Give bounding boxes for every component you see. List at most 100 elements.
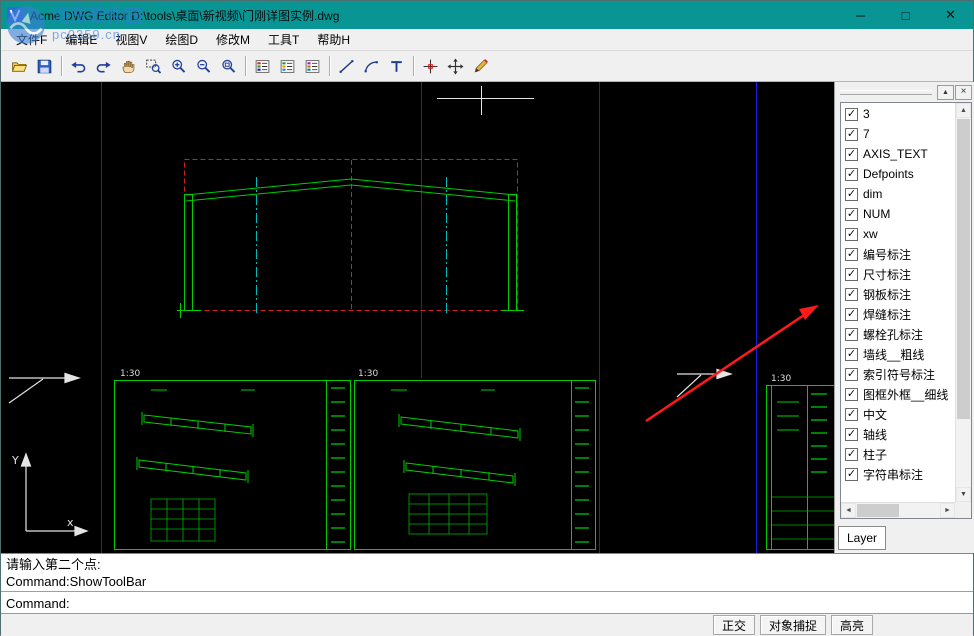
layer-checkbox[interactable]: ✓ bbox=[845, 248, 858, 261]
menu-file[interactable]: 文件F bbox=[7, 29, 56, 50]
layer-checkbox[interactable]: ✓ bbox=[845, 188, 858, 201]
layer-checkbox[interactable]: ✓ bbox=[845, 468, 858, 481]
layer-checkbox[interactable]: ✓ bbox=[845, 308, 858, 321]
line-button[interactable] bbox=[334, 54, 359, 79]
vertical-scrollbar[interactable]: ▲ ▼ bbox=[955, 103, 971, 502]
command-history-line-2: Command:ShowToolBar bbox=[6, 573, 968, 590]
layer-row[interactable]: ✓中文 bbox=[841, 404, 955, 424]
layer-row[interactable]: ✓dim bbox=[841, 184, 955, 204]
layer-checkbox[interactable]: ✓ bbox=[845, 268, 858, 281]
redo-button[interactable] bbox=[91, 54, 116, 79]
layers-icon bbox=[254, 58, 271, 75]
panel-collapse-button[interactable]: ▲ bbox=[937, 85, 954, 100]
scroll-right-button[interactable]: ► bbox=[940, 503, 955, 518]
layer-checkbox[interactable]: ✓ bbox=[845, 388, 858, 401]
layer-name: 编号标注 bbox=[863, 246, 911, 263]
minimize-button[interactable]: ─ bbox=[838, 1, 883, 29]
layer-row[interactable]: ✓ 编号标注 bbox=[841, 244, 955, 264]
drawing-canvas[interactable]: Y x 1:30 1:30 1:30 bbox=[1, 82, 834, 553]
move-button[interactable] bbox=[443, 54, 468, 79]
horizontal-scrollbar-thumb[interactable] bbox=[857, 504, 899, 517]
undo-button[interactable] bbox=[66, 54, 91, 79]
zoom-extents-button[interactable] bbox=[216, 54, 241, 79]
vertical-scrollbar-thumb[interactable] bbox=[957, 119, 970, 419]
layers-button[interactable] bbox=[250, 54, 275, 79]
layer-checkbox[interactable]: ✓ bbox=[845, 408, 858, 421]
zoom-in-button[interactable] bbox=[166, 54, 191, 79]
highlight-toggle[interactable]: 高亮 bbox=[831, 615, 873, 635]
layer-row[interactable]: ✓焊缝标注 bbox=[841, 304, 955, 324]
menu-edit[interactable]: 编辑E bbox=[56, 29, 106, 50]
panel-close-button[interactable]: × bbox=[955, 85, 972, 100]
layer-row[interactable]: ✓ 墙线__粗线 bbox=[841, 344, 955, 364]
layer-row[interactable]: ✓3 bbox=[841, 104, 955, 124]
layer-row[interactable]: ✓NUM bbox=[841, 204, 955, 224]
close-button[interactable]: ✕ bbox=[928, 1, 973, 29]
layer-checkbox[interactable]: ✓ bbox=[845, 428, 858, 441]
scrollbar-corner bbox=[955, 502, 971, 518]
menu-tools[interactable]: 工具T bbox=[259, 29, 308, 50]
scroll-down-button[interactable]: ▼ bbox=[956, 487, 971, 502]
menu-draw[interactable]: 绘图D bbox=[156, 29, 207, 50]
elevation-centerlines bbox=[257, 177, 447, 314]
maximize-button[interactable]: □ bbox=[883, 1, 928, 29]
layer-row[interactable]: ✓AXIS_TEXT bbox=[841, 144, 955, 164]
layer-checkbox[interactable]: ✓ bbox=[845, 168, 858, 181]
status-bar: 正交 对象捕捉 高亮 bbox=[1, 613, 973, 636]
layer-row[interactable]: ✓钢板标注 bbox=[841, 284, 955, 304]
layer-row[interactable]: ✓螺栓孔标注 bbox=[841, 324, 955, 344]
layer-row[interactable]: ✓索引符号标注 bbox=[841, 364, 955, 384]
layer-panel-header: ▲ × bbox=[840, 85, 972, 99]
layer-list-icon bbox=[279, 58, 296, 75]
layer-row[interactable]: ✓字符串标注 bbox=[841, 464, 955, 484]
scroll-left-button[interactable]: ◄ bbox=[841, 503, 856, 518]
ucs-icon bbox=[22, 454, 88, 536]
layer-row[interactable]: ✓图框外框__细线 bbox=[841, 384, 955, 404]
layer-states-button[interactable] bbox=[300, 54, 325, 79]
menu-view[interactable]: 视图V bbox=[106, 29, 156, 50]
pen-button[interactable] bbox=[468, 54, 493, 79]
layer-checkbox[interactable]: ✓ bbox=[845, 448, 858, 461]
menu-help[interactable]: 帮助H bbox=[308, 29, 359, 50]
open-button[interactable] bbox=[7, 54, 32, 79]
layer-row[interactable]: ✓7 bbox=[841, 124, 955, 144]
layer-checkbox[interactable]: ✓ bbox=[845, 128, 858, 141]
layer-row[interactable]: ✓Defpoints bbox=[841, 164, 955, 184]
layer-checkbox[interactable]: ✓ bbox=[845, 328, 858, 341]
scale-label: 1:30 bbox=[120, 369, 140, 379]
layer-checkbox[interactable]: ✓ bbox=[845, 148, 858, 161]
zoom-window-button[interactable] bbox=[141, 54, 166, 79]
command-input[interactable]: Command: bbox=[6, 595, 968, 612]
layer-row[interactable]: ✓ 尺寸标注 bbox=[841, 264, 955, 284]
layer-checkbox[interactable]: ✓ bbox=[845, 108, 858, 121]
elevation-structure bbox=[177, 179, 524, 318]
layer-checkbox[interactable]: ✓ bbox=[845, 228, 858, 241]
layer-checkbox[interactable]: ✓ bbox=[845, 348, 858, 361]
layer-name: 墙线__粗线 bbox=[863, 346, 924, 363]
scroll-up-button[interactable]: ▲ bbox=[956, 103, 971, 118]
toolbar-separator bbox=[245, 56, 246, 76]
text-button[interactable] bbox=[384, 54, 409, 79]
osnap-toggle[interactable]: 对象捕捉 bbox=[760, 615, 826, 635]
horizontal-scrollbar[interactable]: ◄ ► bbox=[841, 502, 955, 518]
layer-row[interactable]: ✓轴线 bbox=[841, 424, 955, 444]
pan-button[interactable] bbox=[116, 54, 141, 79]
horizontal-scrollbar-track[interactable] bbox=[856, 503, 940, 518]
layer-row[interactable]: ✓xw bbox=[841, 224, 955, 244]
menu-modify[interactable]: 修改M bbox=[207, 29, 259, 50]
layer-list-button[interactable] bbox=[275, 54, 300, 79]
layer-checkbox[interactable]: ✓ bbox=[845, 208, 858, 221]
tab-layer[interactable]: Layer bbox=[838, 526, 886, 550]
layer-row[interactable]: ✓柱子 bbox=[841, 444, 955, 464]
arc-button[interactable] bbox=[359, 54, 384, 79]
ortho-toggle[interactable]: 正交 bbox=[713, 615, 755, 635]
pick-button[interactable] bbox=[418, 54, 443, 79]
checkmark-icon: ✓ bbox=[847, 109, 856, 120]
zoom-out-button[interactable] bbox=[191, 54, 216, 79]
layer-checkbox[interactable]: ✓ bbox=[845, 368, 858, 381]
save-button[interactable] bbox=[32, 54, 57, 79]
panel-grip[interactable] bbox=[840, 90, 932, 95]
layer-checkbox[interactable]: ✓ bbox=[845, 288, 858, 301]
layer-name: 尺寸标注 bbox=[863, 266, 911, 283]
checkmark-icon: ✓ bbox=[847, 369, 856, 380]
